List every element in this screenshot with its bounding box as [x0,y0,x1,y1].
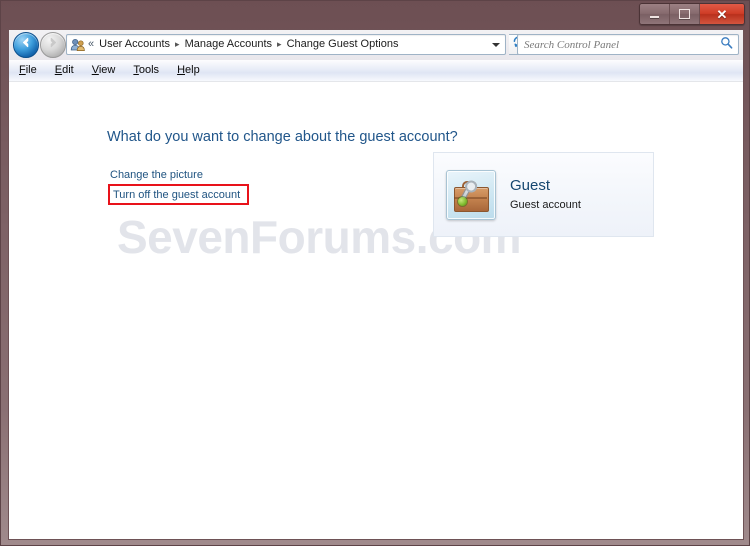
menu-edit[interactable]: Edit [55,65,74,76]
breadcrumb-manage-accounts[interactable]: Manage Accounts [183,38,274,51]
address-bar-row: « User Accounts ▸ Manage Accounts ▸ Chan… [9,30,743,60]
menu-tools-label-rest: ools [138,64,160,76]
breadcrumb-separator-2[interactable]: ▸ [277,40,282,49]
menu-help-label-rest: elp [185,64,200,76]
forward-button[interactable] [40,32,66,58]
back-button[interactable] [13,32,39,58]
window-frame: ✕ « User Accounts ▸ Manage Accounts ▸ Ch… [0,0,750,546]
forward-arrow-icon [47,36,60,54]
maximize-button[interactable] [670,4,700,24]
account-name: Guest [510,177,551,195]
menu-tools[interactable]: Tools [133,65,159,76]
menu-file[interactable]: File [19,65,37,76]
menu-bar: File Edit View Tools Help [9,60,743,82]
account-description: Guest account [510,198,581,211]
user-accounts-icon [70,37,86,53]
close-button[interactable]: ✕ [700,4,744,24]
back-arrow-icon [20,36,33,54]
breadcrumb-change-guest-options[interactable]: Change Guest Options [285,38,401,51]
link-change-the-picture[interactable]: Change the picture [110,170,203,181]
window-client-area: « User Accounts ▸ Manage Accounts ▸ Chan… [8,29,744,540]
search-icon [720,36,733,54]
window-controls: ✕ [639,3,745,25]
guest-account-panel: Guest Guest account [433,152,654,237]
title-bar: ✕ [1,1,750,29]
content-pane: SevenForums.com What do you want to chan… [9,82,743,539]
address-bar[interactable]: « User Accounts ▸ Manage Accounts ▸ Chan… [66,34,506,55]
guest-account-text: Guest Guest account [510,178,581,211]
menu-edit-label-rest: dit [62,64,74,76]
minimize-icon [650,16,659,18]
clover-icon [458,196,467,206]
minimize-button[interactable] [640,4,670,24]
maximize-icon [679,9,690,19]
search-box[interactable]: Search Control Panel [517,34,739,55]
breadcrumb-separator-1[interactable]: ▸ [175,40,180,49]
address-dropdown-icon[interactable] [492,42,500,47]
menu-help[interactable]: Help [177,65,200,76]
guest-suitcase-icon [446,169,496,220]
menu-view-label-rest: iew [98,64,116,76]
menu-file-label-rest: ile [25,64,37,76]
highlight-annotation [108,184,249,205]
page-title: What do you want to change about the gue… [107,129,458,145]
breadcrumb-overflow-chevron[interactable]: « [88,39,94,50]
menu-view[interactable]: View [92,65,116,76]
search-input[interactable]: Search Control Panel [524,39,619,51]
breadcrumb-user-accounts[interactable]: User Accounts [97,38,172,51]
close-icon: ✕ [716,6,728,22]
